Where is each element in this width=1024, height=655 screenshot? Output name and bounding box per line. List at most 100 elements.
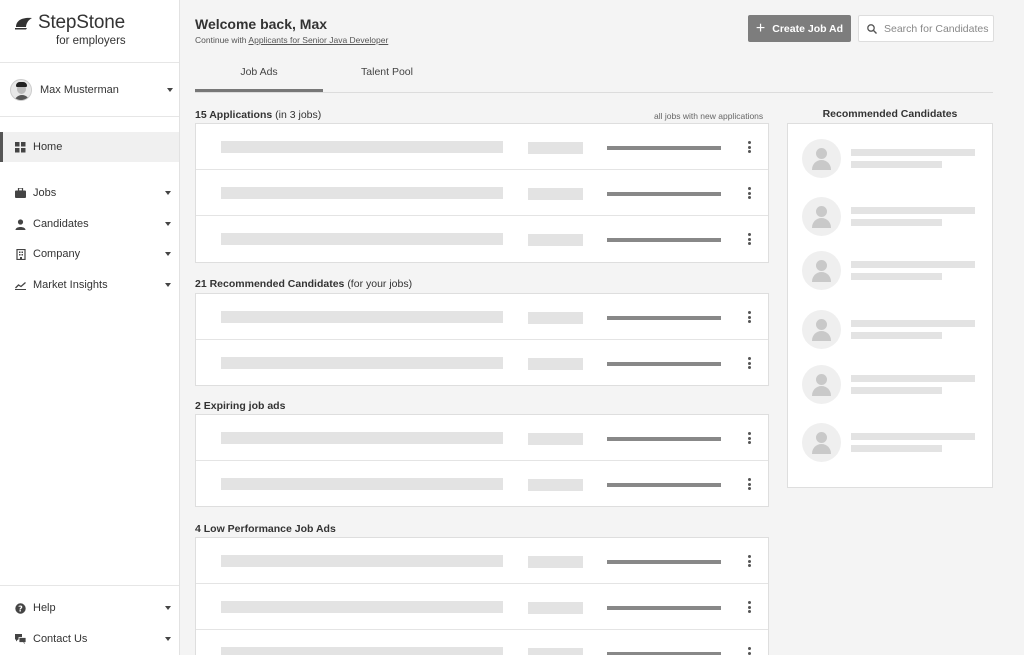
sidebar-item-company[interactable]: Company	[0, 239, 179, 269]
sidebar-item-label: Candidates	[33, 218, 89, 230]
candidate-avatar-icon	[802, 365, 841, 404]
continue-link[interactable]: Applicants for Senior Java Developer	[248, 35, 388, 45]
list-item[interactable]	[196, 461, 768, 507]
chevron-down-icon	[165, 191, 171, 195]
list-item[interactable]	[196, 124, 768, 170]
candidate-avatar-icon	[802, 197, 841, 236]
candidate-card[interactable]	[802, 139, 982, 179]
list-item[interactable]	[196, 584, 768, 630]
chevron-down-icon	[167, 88, 173, 92]
chevron-down-icon	[165, 606, 171, 610]
svg-text:?: ?	[18, 604, 23, 613]
continue-prefix: Continue with	[195, 35, 247, 45]
sidebar-item-jobs[interactable]: Jobs	[0, 178, 179, 208]
active-tab-indicator	[195, 89, 323, 92]
search-input[interactable]	[884, 22, 992, 35]
sidebar-item-contact[interactable]: Contact Us	[0, 624, 179, 654]
recommended-list	[195, 293, 769, 386]
more-options-icon[interactable]	[744, 599, 754, 615]
sidebar-item-help[interactable]: ? Help	[0, 593, 179, 623]
brand-name: StepStone	[38, 12, 125, 33]
chat-icon	[15, 634, 26, 645]
applications-list	[195, 123, 769, 263]
briefcase-icon	[15, 188, 26, 199]
expiring-heading: 2 Expiring job ads	[195, 400, 285, 412]
low-performance-count: 4 Low Performance Job Ads	[195, 523, 336, 535]
tab-job-ads[interactable]: Job Ads	[195, 66, 323, 78]
brand-subtitle: for employers	[56, 35, 126, 47]
create-job-ad-button[interactable]: + Create Job Ad	[748, 15, 851, 42]
user-menu[interactable]: Max Musterman	[10, 78, 175, 102]
list-item[interactable]	[196, 415, 768, 461]
sidebar-item-label: Contact Us	[33, 633, 88, 645]
page-title: Welcome back, Max	[195, 16, 328, 32]
candidate-search[interactable]	[858, 15, 994, 42]
user-name: Max Musterman	[40, 84, 119, 96]
list-item[interactable]	[196, 340, 768, 386]
more-options-icon[interactable]	[744, 139, 754, 155]
all-jobs-link[interactable]: all jobs with new applications	[654, 111, 763, 121]
applications-count: 15 Applications	[195, 109, 273, 121]
candidate-card[interactable]	[802, 365, 982, 405]
stepstone-logo[interactable]: StepStone for employers	[14, 12, 126, 47]
more-options-icon[interactable]	[744, 355, 754, 371]
sidebar-item-candidates[interactable]: Candidates	[0, 209, 179, 239]
dashboard-icon	[15, 141, 26, 153]
building-icon	[15, 248, 26, 260]
recommended-panel	[787, 123, 993, 488]
low-performance-heading: 4 Low Performance Job Ads	[195, 523, 336, 535]
more-options-icon[interactable]	[744, 430, 754, 446]
stepstone-logo-icon	[15, 17, 32, 30]
sidebar-divider	[0, 116, 179, 117]
line-chart-icon	[15, 280, 26, 291]
chevron-down-icon	[165, 283, 171, 287]
create-job-ad-label: Create Job Ad	[772, 22, 844, 35]
low-performance-list	[195, 537, 769, 655]
list-item[interactable]	[196, 294, 768, 340]
applications-heading: 15 Applications (in 3 jobs)	[195, 109, 321, 121]
list-item[interactable]	[196, 216, 768, 262]
chevron-down-icon	[165, 252, 171, 256]
more-options-icon[interactable]	[744, 553, 754, 569]
continue-text: Continue with Applicants for Senior Java…	[195, 35, 388, 45]
plus-icon: +	[755, 19, 766, 37]
sidebar-item-label: Help	[33, 602, 56, 614]
more-options-icon[interactable]	[744, 309, 754, 325]
sidebar-divider	[0, 585, 179, 586]
more-options-icon[interactable]	[744, 645, 754, 655]
expiring-list	[195, 414, 769, 507]
applications-suffix: (in 3 jobs)	[275, 109, 322, 121]
recommended-panel-title: Recommended Candidates	[822, 108, 958, 120]
search-icon	[867, 23, 877, 34]
candidate-card[interactable]	[802, 310, 982, 350]
expiring-count: 2 Expiring job ads	[195, 400, 286, 412]
sidebar-item-label: Company	[33, 248, 81, 260]
tab-talent-pool[interactable]: Talent Pool	[323, 66, 451, 78]
more-options-icon[interactable]	[744, 231, 754, 247]
recommended-heading: 21 Recommended Candidates (for your jobs…	[195, 278, 412, 290]
more-options-icon[interactable]	[744, 185, 754, 201]
avatar	[10, 79, 32, 101]
sidebar-item-label: Market Insights	[33, 279, 108, 291]
candidate-card[interactable]	[802, 423, 982, 463]
recommended-suffix: (for your jobs)	[347, 278, 413, 290]
chevron-down-icon	[165, 222, 171, 226]
candidate-card[interactable]	[802, 197, 982, 237]
candidate-avatar-icon	[802, 310, 841, 349]
recommended-count: 21 Recommended Candidates	[195, 278, 345, 290]
help-icon: ?	[15, 602, 26, 614]
sidebar-divider	[0, 62, 179, 63]
sidebar: StepStone for employers Max Musterman Ho…	[0, 0, 180, 655]
candidate-avatar-icon	[802, 139, 841, 178]
list-item[interactable]	[196, 538, 768, 584]
list-item[interactable]	[196, 170, 768, 216]
person-icon	[15, 218, 26, 230]
tabs-divider	[195, 92, 993, 93]
candidate-card[interactable]	[802, 251, 982, 291]
chevron-down-icon	[165, 637, 171, 641]
sidebar-item-home[interactable]: Home	[0, 132, 179, 162]
sidebar-item-market-insights[interactable]: Market Insights	[0, 270, 179, 300]
more-options-icon[interactable]	[744, 476, 754, 492]
candidate-avatar-icon	[802, 251, 841, 290]
list-item[interactable]	[196, 630, 768, 655]
